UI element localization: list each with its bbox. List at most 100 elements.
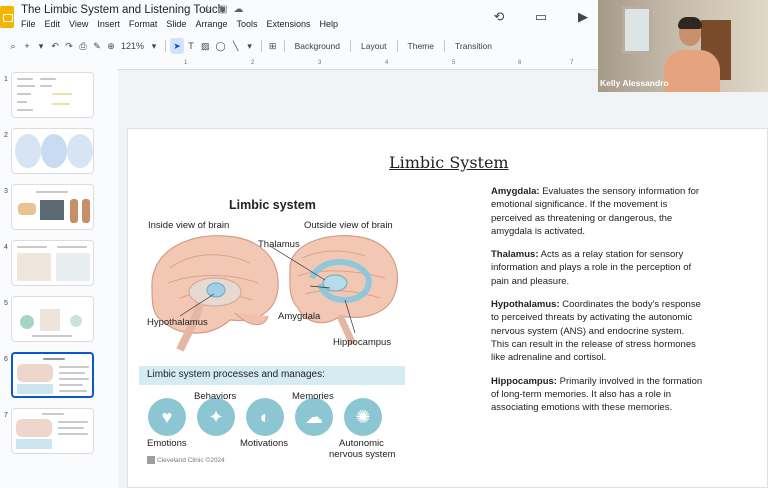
emotions-label: Emotions	[147, 438, 187, 449]
toolbar-divider	[283, 40, 285, 52]
definition-term: Thalamus:	[491, 249, 539, 261]
processes-banner-text: Limbic system processes and manages:	[147, 369, 325, 380]
filmstrip-item[interactable]: 1	[0, 70, 104, 120]
line-icon[interactable]: ╲	[229, 38, 243, 54]
zoom-chevron-icon[interactable]: ▾	[147, 38, 161, 54]
transition-button[interactable]: Transition	[449, 38, 498, 54]
text-box-icon[interactable]: T	[184, 38, 198, 54]
ruler-tick: 4	[385, 60, 389, 66]
filmstrip-item[interactable]: 3	[0, 182, 104, 232]
shape-icon[interactable]: ◯	[213, 38, 229, 54]
meet-camera-icon[interactable]: ▶	[572, 6, 594, 28]
memories-label: Memories	[292, 391, 334, 402]
menu-format[interactable]: Format	[129, 19, 158, 29]
ruler-tick: 1	[184, 60, 188, 66]
slide-thumbnail[interactable]	[11, 128, 94, 174]
nervous-system-label: nervous system	[329, 449, 396, 460]
star-icon[interactable]: ☆	[203, 4, 212, 15]
background-button[interactable]: Background	[289, 38, 346, 54]
menu-extensions[interactable]: Extensions	[266, 19, 310, 29]
filmstrip-item[interactable]: 6	[0, 350, 104, 400]
slide-title[interactable]: Limbic System	[389, 153, 509, 172]
ruler-tick: 3	[318, 60, 322, 66]
diagram-heading: Limbic system	[229, 198, 316, 212]
slide-thumbnail[interactable]	[11, 72, 94, 118]
toolbar: ⌕ + ▾ ↶ ↷ ⎙ ✎ ⊕ 121% ▾ ➤ T ▨ ◯ ╲ ▾ ⊞ Bac…	[0, 37, 598, 55]
neuron-icon: ✺	[344, 398, 382, 436]
search-menus-icon[interactable]: ⌕	[6, 38, 20, 54]
ruler-tick: 7	[570, 60, 574, 66]
theme-button[interactable]: Theme	[402, 38, 440, 54]
definition-term: Hypothalamus:	[491, 299, 560, 311]
thalamus-label: Thalamus	[258, 239, 300, 250]
slide-filmstrip: 1 2 3 4 5 6 7	[0, 66, 104, 488]
header-actions: ⟲ ▭ ▶	[488, 6, 594, 28]
lightbulb-icon: ◐	[246, 398, 284, 436]
line-chevron-icon[interactable]: ▾	[243, 38, 257, 54]
slide-number: 6	[4, 356, 8, 363]
paint-format-icon[interactable]: ✎	[90, 38, 104, 54]
ruler-tick: 2	[251, 60, 255, 66]
print-icon[interactable]: ⎙	[76, 38, 90, 54]
slide-thumbnail[interactable]	[11, 184, 94, 230]
menu-tools[interactable]: Tools	[236, 19, 257, 29]
version-history-icon[interactable]: ⟲	[488, 6, 510, 28]
hypothalamus-label: Hypothalamus	[147, 317, 208, 328]
menu-help[interactable]: Help	[320, 19, 339, 29]
move-folder-icon[interactable]: ▣	[218, 4, 227, 15]
broken-heart-icon: ♥	[148, 398, 186, 436]
definition-amygdala: Amygdala: Evaluates the sensory informat…	[491, 185, 703, 238]
definition-term: Hippocampus:	[491, 375, 557, 387]
menu-edit[interactable]: Edit	[45, 19, 61, 29]
menu-view[interactable]: View	[69, 19, 88, 29]
layout-button[interactable]: Layout	[355, 38, 393, 54]
menu-insert[interactable]: Insert	[97, 19, 120, 29]
slide-thumbnail[interactable]	[11, 296, 94, 342]
zoom-icon[interactable]: ⊕	[104, 38, 118, 54]
definition-thalamus: Thalamus: Acts as a relay station for se…	[491, 248, 703, 288]
slides-editor: The Limbic System and Listening Touch ☆ …	[0, 0, 768, 488]
amygdala-label: Amygdala	[278, 311, 321, 322]
filmstrip-item[interactable]: 2	[0, 126, 104, 176]
cloud-status-icon[interactable]: ☁	[233, 4, 243, 15]
toolbar-divider	[396, 40, 398, 52]
select-cursor-icon[interactable]: ➤	[170, 38, 185, 54]
redo-icon[interactable]: ↷	[62, 38, 76, 54]
menu-arrange[interactable]: Arrange	[195, 19, 227, 29]
title-actions: ☆ ▣ ☁	[203, 4, 243, 15]
undo-icon[interactable]: ↶	[48, 38, 62, 54]
zoom-select[interactable]: 121%	[118, 38, 147, 54]
behaviors-label: Behaviors	[194, 391, 237, 402]
toolbar-divider	[165, 40, 167, 52]
chevron-down-icon[interactable]: ▾	[34, 38, 48, 54]
filmstrip-item[interactable]: 7	[0, 406, 104, 456]
hippocampus-label: Hippocampus	[333, 337, 392, 348]
document-title[interactable]: The Limbic System and Listening Touch	[21, 4, 224, 16]
video-call-tile[interactable]: Kelly Alessandro	[598, 0, 768, 92]
new-slide-icon[interactable]: +	[20, 38, 34, 54]
menu-file[interactable]: File	[21, 19, 36, 29]
credit-text: Cleveland Clinic ©2024	[157, 456, 225, 464]
comments-icon[interactable]: ▭	[530, 6, 552, 28]
filmstrip-item[interactable]: 5	[0, 294, 104, 344]
definitions-textbox[interactable]: Amygdala: Evaluates the sensory informat…	[491, 185, 703, 424]
definition-hypothalamus: Hypothalamus: Coordinates the body's res…	[491, 298, 703, 364]
slides-logo-icon[interactable]	[0, 6, 14, 28]
slide-thumbnail[interactable]	[11, 240, 94, 286]
slide-number: 5	[4, 300, 8, 307]
cleveland-clinic-logo-icon	[147, 456, 155, 464]
slide-thumbnail[interactable]	[11, 408, 94, 454]
insert-image-icon[interactable]: ▨	[198, 38, 213, 54]
menu-slide[interactable]: Slide	[166, 19, 186, 29]
add-comment-icon[interactable]: ⊞	[266, 38, 280, 54]
toolbar-divider	[350, 40, 351, 52]
autonomic-label: Autonomic	[339, 438, 384, 449]
processes-banner: Limbic system processes and manages:	[139, 366, 405, 385]
slide-number: 2	[4, 132, 8, 139]
slide-number: 7	[4, 412, 8, 419]
participant-name: Kelly Alessandro	[600, 78, 669, 88]
participant-body	[664, 50, 720, 92]
running-person-icon: ✦	[197, 398, 235, 436]
filmstrip-item[interactable]: 4	[0, 238, 104, 288]
slide-thumbnail-active[interactable]	[11, 352, 94, 398]
